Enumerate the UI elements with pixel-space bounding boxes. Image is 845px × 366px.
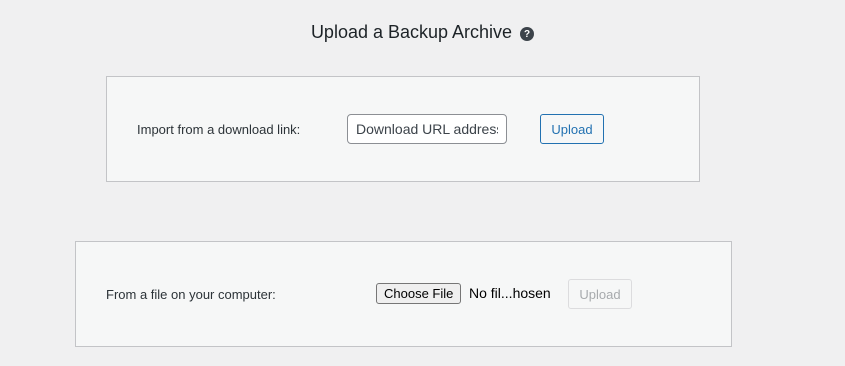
url-import-label: Import from a download link: <box>137 122 301 137</box>
help-icon[interactable]: ? <box>520 27 535 41</box>
file-status-text: No fil...hosen <box>469 285 551 301</box>
url-upload-button[interactable]: Upload <box>540 114 604 144</box>
download-url-input[interactable] <box>347 114 507 144</box>
file-import-label: From a file on your computer: <box>106 287 276 302</box>
file-import-panel: From a file on your computer: Choose Fil… <box>75 241 732 347</box>
choose-file-button[interactable]: Choose File <box>376 283 462 304</box>
url-import-panel: Import from a download link: Upload <box>106 76 700 182</box>
file-upload-button[interactable]: Upload <box>568 279 632 309</box>
page-title: Upload a Backup Archive ? <box>0 22 845 43</box>
page-title-text: Upload a Backup Archive <box>310 22 513 42</box>
